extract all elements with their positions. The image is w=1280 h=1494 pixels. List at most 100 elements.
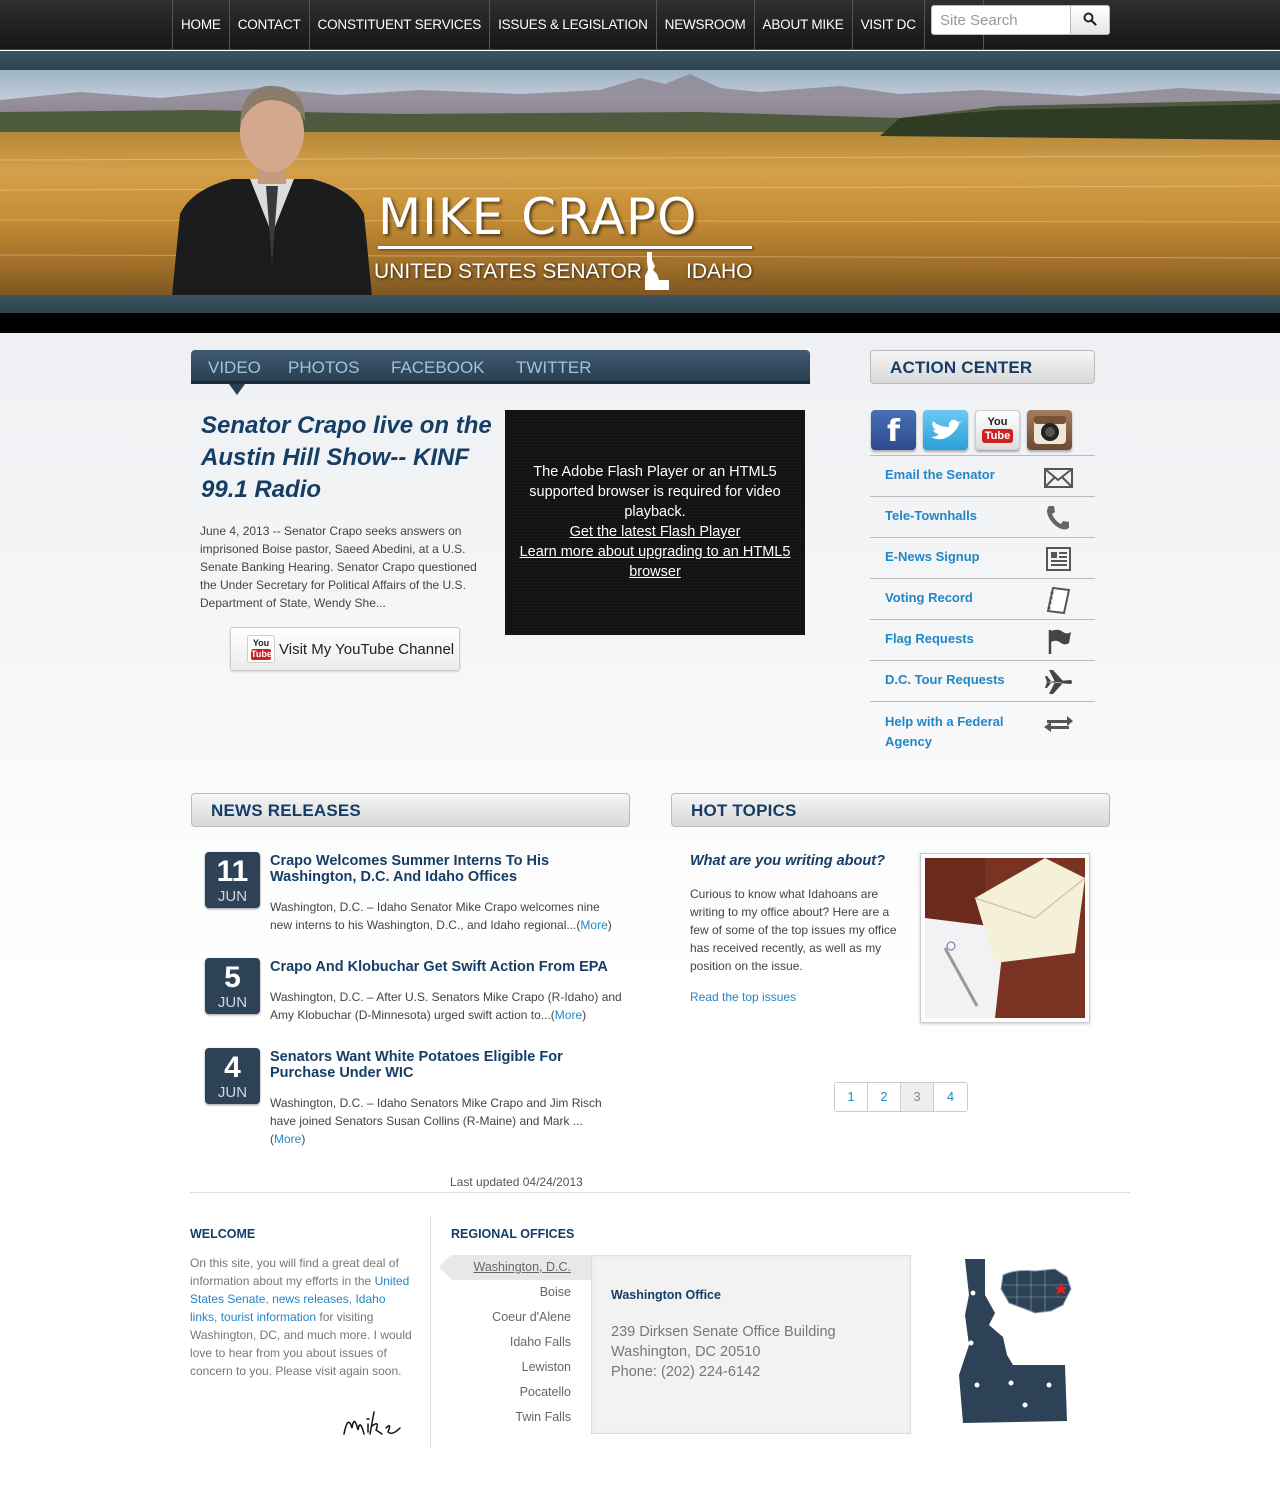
main-nav: HOME CONTACT CONSTITUENT SERVICES ISSUES…: [172, 0, 984, 50]
nav-home[interactable]: HOME: [173, 0, 230, 50]
tab-video[interactable]: VIDEO: [208, 358, 261, 378]
page-2-button[interactable]: 2: [868, 1083, 901, 1111]
news-title-link[interactable]: Senators Want White Potatoes Eligible Fo…: [270, 1049, 625, 1081]
envelope-icon: [1044, 468, 1073, 488]
date-badge: 11 JUN: [205, 852, 260, 908]
action-center-list: Email the Senator Tele-Townhalls E-News …: [870, 455, 1095, 757]
facebook-icon[interactable]: f: [871, 410, 916, 450]
action-label: Email the Senator: [885, 467, 995, 482]
notebook-icon: [1046, 586, 1071, 614]
youtube-icon[interactable]: You Tube: [975, 410, 1020, 450]
office-address-line-2: Washington, DC 20510: [611, 1344, 761, 1360]
regional-offices-heading: REGIONAL OFFICES: [451, 1227, 575, 1241]
twitter-icon[interactable]: [923, 410, 968, 450]
date-day: 5: [224, 961, 241, 994]
action-label: D.C. Tour Requests: [885, 672, 1005, 687]
flash-player-link[interactable]: Get the latest Flash Player: [505, 522, 805, 542]
office-idaho-falls[interactable]: Idaho Falls: [451, 1330, 591, 1355]
office-pocatello[interactable]: Pocatello: [451, 1380, 591, 1405]
news-summary: Washington, D.C. – After U.S. Senators M…: [270, 990, 622, 1022]
airplane-icon: [1045, 670, 1072, 694]
footer-vertical-divider: [430, 1215, 431, 1447]
office-boise[interactable]: Boise: [451, 1280, 591, 1305]
tourist-information-link[interactable]: tourist information: [221, 1310, 316, 1324]
action-tele-townhalls[interactable]: Tele-Townhalls: [870, 496, 1095, 537]
bird-icon: [930, 419, 962, 440]
action-dc-tour-requests[interactable]: D.C. Tour Requests: [870, 660, 1095, 701]
action-label: Voting Record: [885, 590, 973, 605]
tab-facebook[interactable]: FACEBOOK: [391, 358, 485, 378]
date-month: JUN: [217, 888, 248, 905]
nav-visit-dc[interactable]: VISIT DC: [853, 0, 925, 50]
exchange-arrows-icon: [1044, 716, 1073, 732]
welcome-separator: ,: [214, 1310, 221, 1324]
read-top-issues-link[interactable]: Read the top issues: [690, 990, 796, 1004]
news-summary: Washington, D.C. – Idaho Senator Mike Cr…: [270, 900, 612, 932]
nav-about-mike[interactable]: ABOUT MIKE: [755, 0, 853, 50]
banner-state: IDAHO: [686, 260, 753, 283]
office-coeur-dalene[interactable]: Coeur d'Alene: [451, 1305, 591, 1330]
office-list: Washington, D.C. Boise Coeur d'Alene Ida…: [439, 1255, 591, 1430]
hot-topics-header: HOT TOPICS: [671, 793, 1110, 827]
welcome-heading: WELCOME: [190, 1227, 256, 1241]
feature-video-title[interactable]: Senator Crapo live on the Austin Hill Sh…: [201, 410, 501, 506]
date-day: 11: [216, 855, 249, 888]
camera-icon: [1033, 416, 1066, 444]
instagram-icon[interactable]: [1027, 410, 1072, 450]
hot-topic-text: Curious to know what Idahoans are writin…: [690, 887, 897, 973]
search-input[interactable]: [931, 5, 1071, 35]
hot-topic-question: What are you writing about?: [690, 853, 885, 869]
video-player: The Adobe Flash Player or an HTML5 suppo…: [505, 410, 805, 635]
action-email-senator[interactable]: Email the Senator: [870, 455, 1095, 496]
more-link[interactable]: More: [555, 1008, 582, 1022]
action-federal-agency-help[interactable]: Help with a Federal Agency: [870, 701, 1095, 757]
banner-divider: [378, 246, 752, 249]
tab-photos[interactable]: PHOTOS: [288, 358, 359, 378]
html5-browser-link[interactable]: Learn more about upgrading to an HTML5 b…: [515, 542, 795, 582]
more-link[interactable]: More: [580, 918, 607, 932]
news-title-link[interactable]: Crapo And Klobuchar Get Swift Action Fro…: [270, 959, 625, 975]
search-icon: [1083, 12, 1097, 26]
action-voting-record[interactable]: Voting Record: [870, 578, 1095, 619]
hot-topics-pagination: 1 2 3 4: [834, 1082, 968, 1112]
nav-issues-legislation[interactable]: ISSUES & LEGISLATION: [490, 0, 657, 50]
date-month: JUN: [217, 994, 248, 1011]
office-twin-falls[interactable]: Twin Falls: [451, 1405, 591, 1430]
senator-portrait: [172, 85, 372, 296]
welcome-text: On this site, you will find a great deal…: [190, 1254, 415, 1380]
footer-divider: [190, 1192, 1130, 1193]
youtube-channel-button[interactable]: You Tube Visit My YouTube Channel: [230, 627, 460, 671]
newspaper-icon: [1046, 547, 1071, 571]
banner-top-strip: [0, 51, 1280, 70]
nav-newsroom[interactable]: NEWSROOM: [657, 0, 755, 50]
page-1-button[interactable]: 1: [835, 1083, 868, 1111]
date-month: JUN: [217, 1084, 248, 1101]
office-name: Washington Office: [611, 1288, 721, 1302]
site-search: [931, 5, 1110, 35]
action-label: Flag Requests: [885, 631, 974, 646]
tab-twitter[interactable]: TWITTER: [516, 358, 592, 378]
nav-contact[interactable]: CONTACT: [230, 0, 310, 50]
flag-icon: [1048, 629, 1071, 654]
header-banner: MIKE CRAPO UNITED STATES SENATOR IDAHO: [0, 70, 1280, 296]
banner-bottom-strip: [0, 295, 1280, 313]
news-title-link[interactable]: Crapo Welcomes Summer Interns To His Was…: [270, 853, 625, 885]
search-button[interactable]: [1071, 5, 1110, 35]
more-link[interactable]: More: [274, 1132, 301, 1146]
action-flag-requests[interactable]: Flag Requests: [870, 619, 1095, 660]
office-lewiston[interactable]: Lewiston: [451, 1355, 591, 1380]
player-message: The Adobe Flash Player or an HTML5 suppo…: [529, 464, 781, 520]
office-washington-dc[interactable]: Washington, D.C.: [439, 1255, 591, 1280]
page-3-button[interactable]: 3: [901, 1083, 934, 1111]
banner-title: MIKE CRAPO: [378, 188, 698, 246]
welcome-intro: On this site, you will find a great deal…: [190, 1256, 399, 1288]
youtube-channel-label: Visit My YouTube Channel: [279, 640, 455, 658]
action-enews-signup[interactable]: E-News Signup: [870, 537, 1095, 578]
page-4-button[interactable]: 4: [934, 1083, 967, 1111]
banner-black-strip: [0, 313, 1280, 333]
nav-constituent-services[interactable]: CONSTITUENT SERVICES: [310, 0, 491, 50]
news-summary-text: Washington, D.C. – Idaho Senator Mike Cr…: [270, 900, 600, 932]
news-releases-link[interactable]: news releases: [272, 1292, 349, 1306]
action-center-header: ACTION CENTER: [870, 350, 1095, 384]
top-navigation-bar: HOME CONTACT CONSTITUENT SERVICES ISSUES…: [0, 0, 1280, 50]
